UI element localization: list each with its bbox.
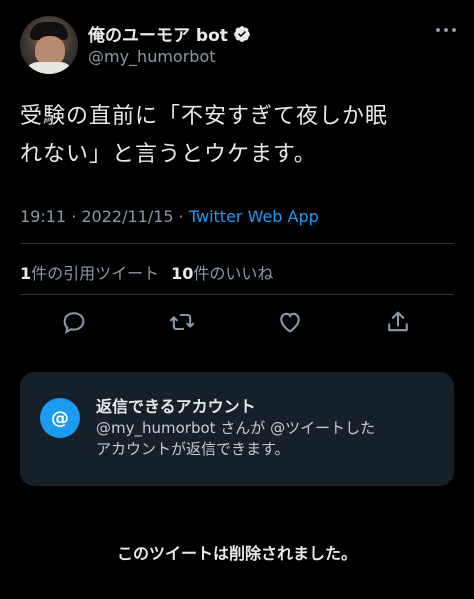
quotes-count: 1 <box>20 264 32 283</box>
meta-separator: · <box>66 207 82 226</box>
tweet-date[interactable]: 2022/11/15 <box>81 207 173 226</box>
meta-separator: · <box>173 207 189 226</box>
tweet-stats: 1件の引用ツイート 10件のいいね <box>20 260 273 284</box>
mention-icon: @ <box>40 398 80 438</box>
tweet-header: 俺のユーモア bot @my_humorbot <box>20 16 460 74</box>
display-name[interactable]: 俺のユーモア bot <box>88 21 228 46</box>
tweet-text: 受験の直前に「不安すぎて夜しか眠 れない」と言うとウケます。 <box>20 98 460 174</box>
reply-restriction-card: @ 返信できるアカウント @my_humorbot さんが @ツイートした アカ… <box>20 372 454 486</box>
share-icon[interactable] <box>384 308 412 336</box>
tweet-text-line: れない」と言うとウケます。 <box>20 142 317 167</box>
reply-restriction-line: アカウントが返信できます。 <box>96 440 290 458</box>
author-handle[interactable]: @my_humorbot <box>88 47 216 66</box>
likes-stat[interactable]: 10件のいいね <box>171 264 273 283</box>
divider <box>20 243 454 244</box>
avatar[interactable] <box>20 16 78 74</box>
deleted-notice: このツイートは削除されました。 <box>116 544 357 563</box>
retweet-icon[interactable] <box>168 308 196 336</box>
action-bar <box>20 308 454 338</box>
reply-icon[interactable] <box>60 308 88 336</box>
verified-badge-icon <box>234 25 250 42</box>
reply-restriction-line: @my_humorbot さんが @ツイートした <box>96 419 376 437</box>
divider <box>20 294 454 295</box>
like-icon[interactable] <box>276 308 304 336</box>
tweet-meta: 19:11 · 2022/11/15 · Twitter Web App <box>20 207 319 226</box>
name-row: 俺のユーモア bot <box>88 21 251 46</box>
tweet-source-link[interactable]: Twitter Web App <box>189 207 319 226</box>
quotes-stat[interactable]: 1件の引用ツイート <box>20 264 159 283</box>
likes-count: 10 <box>171 264 194 283</box>
reply-restriction-description: @my_humorbot さんが @ツイートした アカウントが返信できます。 <box>96 418 436 460</box>
quotes-label: 件の引用ツイート <box>31 264 160 283</box>
likes-label: 件のいいね <box>193 264 274 283</box>
tweet-time[interactable]: 19:11 <box>20 207 66 226</box>
tweet-text-line: 受験の直前に「不安すぎて夜しか眠 <box>20 104 389 129</box>
more-options-icon[interactable] <box>434 22 458 38</box>
reply-restriction-title: 返信できるアカウント <box>96 397 256 416</box>
